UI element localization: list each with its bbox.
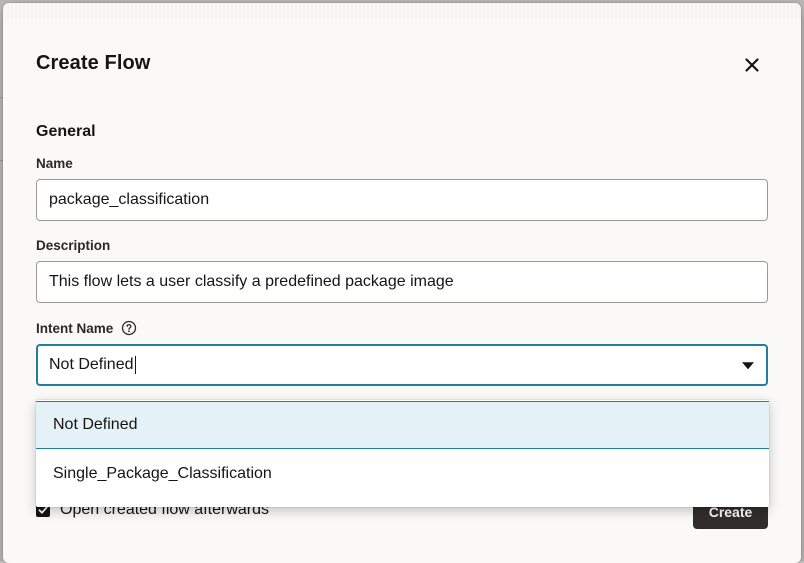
close-icon: [745, 58, 759, 72]
intent-name-dropdown-list: Not Defined Single_Package_Classificatio…: [36, 400, 769, 507]
description-input-value: This flow lets a user classify a predefi…: [49, 273, 454, 290]
name-input-value: package_classification: [49, 191, 210, 208]
text-cursor: [134, 356, 136, 374]
name-label: Name: [36, 156, 73, 171]
name-input[interactable]: package_classification: [36, 179, 768, 221]
dropdown-option-label: Single_Package_Classification: [53, 465, 272, 482]
close-button[interactable]: [737, 50, 767, 80]
dropdown-option-single-package-classification[interactable]: Single_Package_Classification: [36, 450, 769, 498]
dialog-title: Create Flow: [36, 52, 151, 74]
intent-name-label-row: Intent Name: [36, 320, 137, 336]
intent-name-label: Intent Name: [36, 320, 114, 336]
dropdown-option-label: Not Defined: [53, 416, 138, 433]
description-input[interactable]: This flow lets a user classify a predefi…: [36, 261, 768, 303]
help-icon[interactable]: [121, 320, 137, 336]
intent-name-select[interactable]: Not Defined: [36, 344, 768, 386]
chevron-down-icon[interactable]: [742, 362, 754, 370]
dropdown-option-not-defined[interactable]: Not Defined: [36, 401, 769, 449]
intent-name-select-value: Not Defined: [49, 356, 134, 373]
section-heading-general: General: [36, 123, 96, 140]
description-label: Description: [36, 238, 111, 253]
dialog-header-band: [3, 3, 801, 19]
